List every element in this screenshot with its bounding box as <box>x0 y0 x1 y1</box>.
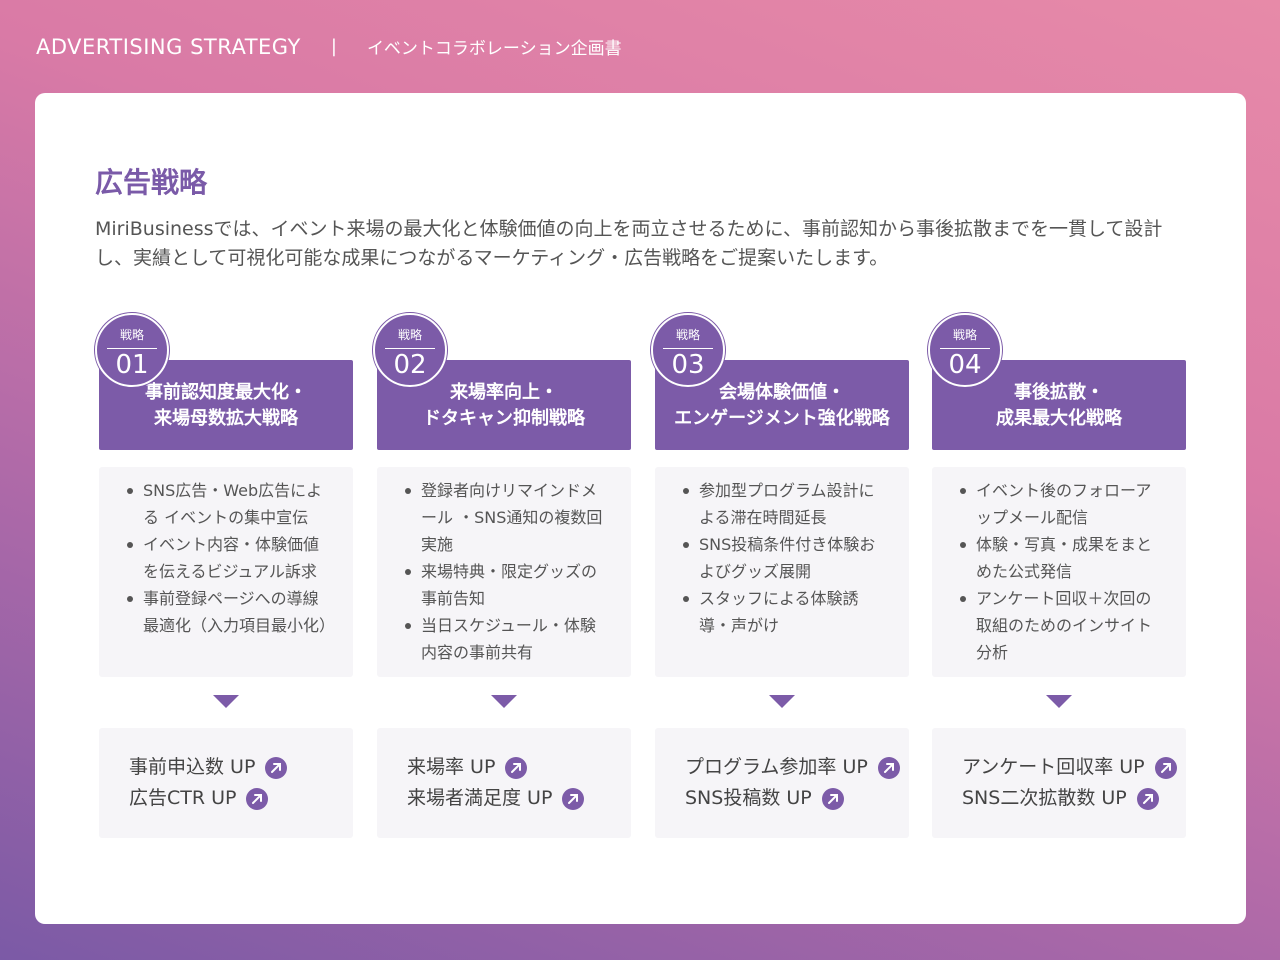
result-label: アンケート回収率 UP <box>962 756 1145 778</box>
strategy-label: 戦略 <box>397 328 422 342</box>
result-label: 事前申込数 UP <box>129 756 256 778</box>
result-item: SNS投稿数 UP <box>685 783 909 814</box>
strategy-results-box: 事前申込数 UP 広告CTR UP <box>99 728 353 838</box>
list-item: イベント後のフォローアップメール配信 <box>960 477 1166 531</box>
strategy-results-box: 来場率 UP 来場者満足度 UP <box>377 728 631 838</box>
result-label: SNS二次拡散数 UP <box>962 787 1127 809</box>
result-item: 事前申込数 UP <box>129 752 353 783</box>
intro-text: MiriBusinessでは、イベント来場の最大化と体験価値の向上を両立させるた… <box>95 218 1163 269</box>
list-item: 来場特典・限定グッズの事前告知 <box>405 558 611 612</box>
list-item: 事前登録ページへの導線最適化（入力項目最小化） <box>127 585 335 639</box>
header-title: ADVERTISING STRATEGY <box>36 34 301 59</box>
strategy-tactics-box: SNS広告・Web広告による イベントの集中宣伝 イベント内容・体験価値を伝える… <box>99 467 353 677</box>
arrow-up-right-icon <box>265 756 288 779</box>
strategy-label: 戦略 <box>675 328 700 342</box>
strategy-label: 戦略 <box>952 328 977 342</box>
arrow-down-icon <box>213 695 239 708</box>
strategy-number: 01 <box>115 350 149 380</box>
list-item: 体験・写真・成果をまとめた公式発信 <box>960 531 1166 585</box>
arrow-down-icon <box>1046 695 1072 708</box>
strategy-number-badge: 戦略 03 <box>651 313 725 387</box>
content-card: 広告戦略 MiriBusinessでは、イベント来場の最大化と体験価値の向上を両… <box>35 93 1246 924</box>
strategy-number: 02 <box>393 350 427 380</box>
result-item: SNS二次拡散数 UP <box>962 783 1186 814</box>
arrow-up-right-icon <box>821 787 844 810</box>
result-item: 来場率 UP <box>407 752 631 783</box>
arrow-up-right-icon <box>562 787 585 810</box>
strategy-title-line2: 成果最大化戦略 <box>996 408 1122 429</box>
strategy-number-badge: 戦略 02 <box>373 313 447 387</box>
header-separator: | <box>330 36 337 57</box>
arrow-up-right-icon <box>877 756 900 779</box>
badge-divider <box>663 348 713 349</box>
strategy-tactics-box: イベント後のフォローアップメール配信 体験・写真・成果をまとめた公式発信 アンケ… <box>932 467 1186 677</box>
strategy-number-badge: 戦略 01 <box>95 313 169 387</box>
result-item: 来場者満足度 UP <box>407 783 631 814</box>
strategy-title-line2: 来場母数拡大戦略 <box>154 408 298 429</box>
page-title: 広告戦略 <box>95 166 208 199</box>
list-item: SNS投稿条件付き体験およびグッズ展開 <box>683 531 889 585</box>
list-item: アンケート回収＋次回の取組のためのインサイト分析 <box>960 585 1166 666</box>
strategy-tactics-box: 登録者向けリマインドメール ・SNS通知の複数回実施 来場特典・限定グッズの事前… <box>377 467 631 677</box>
list-item: 当日スケジュール・体験内容の事前共有 <box>405 612 611 666</box>
strategy-results-box: アンケート回収率 UP SNS二次拡散数 UP <box>932 728 1186 838</box>
arrow-up-right-icon <box>246 787 269 810</box>
list-item: 参加型プログラム設計による滞在時間延長 <box>683 477 889 531</box>
list-item: 登録者向けリマインドメール ・SNS通知の複数回実施 <box>405 477 611 558</box>
top-header: ADVERTISING STRATEGY | イベントコラボレーション企画書 <box>36 34 622 60</box>
list-item: スタッフによる体験誘導・声がけ <box>683 585 889 639</box>
arrow-down-icon <box>769 695 795 708</box>
result-item: アンケート回収率 UP <box>962 752 1186 783</box>
badge-divider <box>940 348 990 349</box>
strategy-tactics-box: 参加型プログラム設計による滞在時間延長 SNS投稿条件付き体験およびグッズ展開 … <box>655 467 909 677</box>
header-subtitle: イベントコラボレーション企画書 <box>366 39 622 59</box>
result-item: プログラム参加率 UP <box>685 752 909 783</box>
result-item: 広告CTR UP <box>129 783 353 814</box>
arrow-up-right-icon <box>1136 787 1159 810</box>
strategy-number: 03 <box>671 350 705 380</box>
strategy-label: 戦略 <box>119 328 144 342</box>
badge-divider <box>385 348 435 349</box>
list-item: イベント内容・体験価値を伝えるビジュアル訴求 <box>127 531 333 585</box>
strategy-title-line2: エンゲージメント強化戦略 <box>674 408 890 429</box>
list-item: SNS広告・Web広告による イベントの集中宣伝 <box>127 477 333 531</box>
result-label: 来場率 UP <box>407 756 496 778</box>
result-label: 広告CTR UP <box>129 787 237 809</box>
arrow-down-icon <box>491 695 517 708</box>
strategy-results-box: プログラム参加率 UP SNS投稿数 UP <box>655 728 909 838</box>
arrow-up-right-icon <box>505 756 528 779</box>
result-label: SNS投稿数 UP <box>685 787 812 809</box>
strategy-title-line2: ドタキャン抑制戦略 <box>423 408 585 429</box>
strategy-number-badge: 戦略 04 <box>928 313 1002 387</box>
strategy-number: 04 <box>948 350 982 380</box>
result-label: 来場者満足度 UP <box>407 787 553 809</box>
result-label: プログラム参加率 UP <box>685 756 868 778</box>
badge-divider <box>107 348 157 349</box>
arrow-up-right-icon <box>1154 756 1177 779</box>
